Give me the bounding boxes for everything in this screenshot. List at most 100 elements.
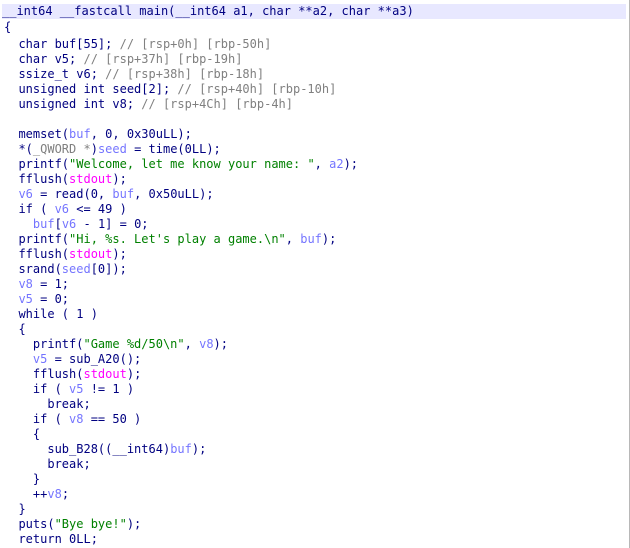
code-token: unsigned int v8; (4, 97, 142, 111)
code-line[interactable]: v6 = read(0, buf, 0x50uLL); (4, 187, 214, 202)
code-token: *( (4, 142, 33, 156)
code-line[interactable]: unsigned int seed[2]; // [rsp+40h] [rbp-… (4, 82, 336, 97)
code-token: ); (213, 337, 228, 351)
code-token: = 0; (32, 292, 70, 306)
code-token: char v5; (4, 52, 84, 66)
code-token: v6 (4, 187, 33, 201)
code-line[interactable]: printf("Welcome, let me know your name: … (4, 157, 358, 172)
code-token: != 1 ) (83, 382, 135, 396)
code-token: if ( (4, 202, 55, 216)
code-token: // [rsp+0h] [rbp-50h] (119, 37, 272, 51)
code-line[interactable]: if ( v8 == 50 ) (4, 412, 141, 427)
code-token: { (4, 20, 12, 34)
code-token: v8 (47, 487, 62, 501)
code-line[interactable]: ++v8; (4, 487, 69, 502)
code-token: "Welcome, let me know your name: " (69, 157, 315, 171)
code-line[interactable]: while ( 1 ) (4, 307, 98, 322)
code-token: printf( (4, 337, 84, 351)
code-token: , 0x50uLL); (134, 187, 214, 201)
code-token: __int64 __fastcall main(__int64 a1, char… (2, 4, 414, 18)
code-line[interactable]: printf("Game %d/50\n", v8); (4, 337, 228, 352)
code-line[interactable]: fflush(stdout); (4, 172, 127, 187)
code-token: stdout (69, 172, 113, 186)
code-line[interactable]: *(_QWORD *)seed = time(0LL); (4, 142, 220, 157)
code-token: ++ (4, 487, 48, 501)
code-token: stdout (83, 367, 127, 381)
code-token: // [rsp+37h] [rbp-19h] (83, 52, 243, 66)
code-line[interactable]: break; (4, 457, 91, 472)
code-line[interactable]: v5 = 0; (4, 292, 69, 307)
code-token: <= 49 ) (69, 202, 127, 216)
code-token: ); (191, 442, 207, 456)
code-line[interactable]: sub_B28((__int64)buf); (4, 442, 206, 457)
code-line[interactable]: ssize_t v6; // [rsp+38h] [rbp-18h] (4, 67, 264, 82)
code-token: , (285, 232, 301, 246)
code-line[interactable]: fflush(stdout); (4, 247, 127, 262)
code-token: while ( 1 ) (4, 307, 98, 321)
code-line[interactable]: { (4, 20, 11, 35)
code-token: { (4, 322, 26, 336)
code-token: [ (54, 217, 62, 231)
code-token: , (184, 337, 200, 351)
code-token: fflush( (4, 367, 84, 381)
code-token: ); (112, 247, 127, 261)
code-token: ; (61, 487, 70, 501)
code-token: unsigned int seed[2]; (4, 82, 178, 96)
code-token: "Game %d/50\n" (83, 337, 185, 351)
code-line[interactable]: v8 = 1; (4, 277, 69, 292)
code-token: a2 (329, 157, 344, 171)
code-token: // [rsp+38h] [rbp-18h] (105, 67, 265, 81)
code-token: buf (69, 127, 91, 141)
code-token: "Hi, %s. Let's play a game.\n" (69, 232, 286, 246)
code-token: if ( (4, 412, 70, 426)
code-token: = read(0, (32, 187, 113, 201)
code-line[interactable]: v5 = sub_A20(); (4, 352, 141, 367)
code-line[interactable]: fflush(stdout); (4, 367, 141, 382)
code-token: sub_B28(( (4, 442, 113, 456)
code-line[interactable]: buf[v6 - 1] = 0; (4, 217, 149, 232)
code-token: ); (343, 157, 359, 171)
code-line[interactable]: break; (4, 397, 90, 412)
code-token: seed (97, 142, 127, 156)
code-token: = sub_A20(); (47, 352, 142, 366)
code-line[interactable]: { (4, 322, 26, 337)
code-token: v8 (69, 412, 84, 426)
code-line[interactable]: memset(buf, 0, 0x30uLL); (4, 127, 192, 142)
code-token: = 1; (32, 277, 70, 291)
code-token: buf (112, 187, 135, 201)
pseudocode-view[interactable]: __int64 __fastcall main(__int64 a1, char… (0, 0, 630, 548)
code-token: srand( (4, 262, 62, 276)
code-line[interactable]: __int64 __fastcall main(__int64 a1, char… (2, 4, 626, 19)
code-line[interactable]: char buf[55]; // [rsp+0h] [rbp-50h] (4, 37, 271, 52)
code-token: v5 (4, 292, 33, 306)
code-token: , 0, 0x30uLL); (90, 127, 192, 141)
code-token: v5 (4, 352, 48, 366)
code-line[interactable]: printf("Hi, %s. Let's play a game.\n", b… (4, 232, 336, 247)
code-line[interactable]: } (4, 502, 26, 517)
code-token: break; (4, 457, 91, 471)
code-token: memset( (4, 127, 70, 141)
code-token: } (4, 472, 41, 486)
code-token: ); (112, 172, 127, 186)
code-token: puts( (4, 517, 55, 531)
code-line[interactable]: { (4, 427, 40, 442)
code-line[interactable]: if ( v5 != 1 ) (4, 382, 134, 397)
code-line[interactable]: char v5; // [rsp+37h] [rbp-19h] (4, 52, 242, 67)
code-line[interactable]: if ( v6 <= 49 ) (4, 202, 127, 217)
code-token: , (314, 157, 330, 171)
code-token: printf( (4, 232, 70, 246)
code-token: ); (126, 517, 142, 531)
code-token: if ( (4, 382, 70, 396)
code-token: == 50 ) (83, 412, 142, 426)
code-line[interactable]: return 0LL; (4, 532, 98, 547)
code-line[interactable]: } (4, 472, 40, 487)
code-token: stdout (69, 247, 113, 261)
code-line[interactable]: srand(seed[0]); (4, 262, 126, 277)
code-token: { (4, 427, 41, 441)
code-token: return 0LL; (4, 532, 98, 546)
code-line[interactable]: unsigned int v8; // [rsp+4Ch] [rbp-4h] (4, 97, 293, 112)
code-token: ssize_t v6; (4, 67, 106, 81)
code-token: "Bye bye!" (54, 517, 127, 531)
code-line[interactable]: puts("Bye bye!"); (4, 517, 141, 532)
code-token: } (4, 502, 26, 516)
